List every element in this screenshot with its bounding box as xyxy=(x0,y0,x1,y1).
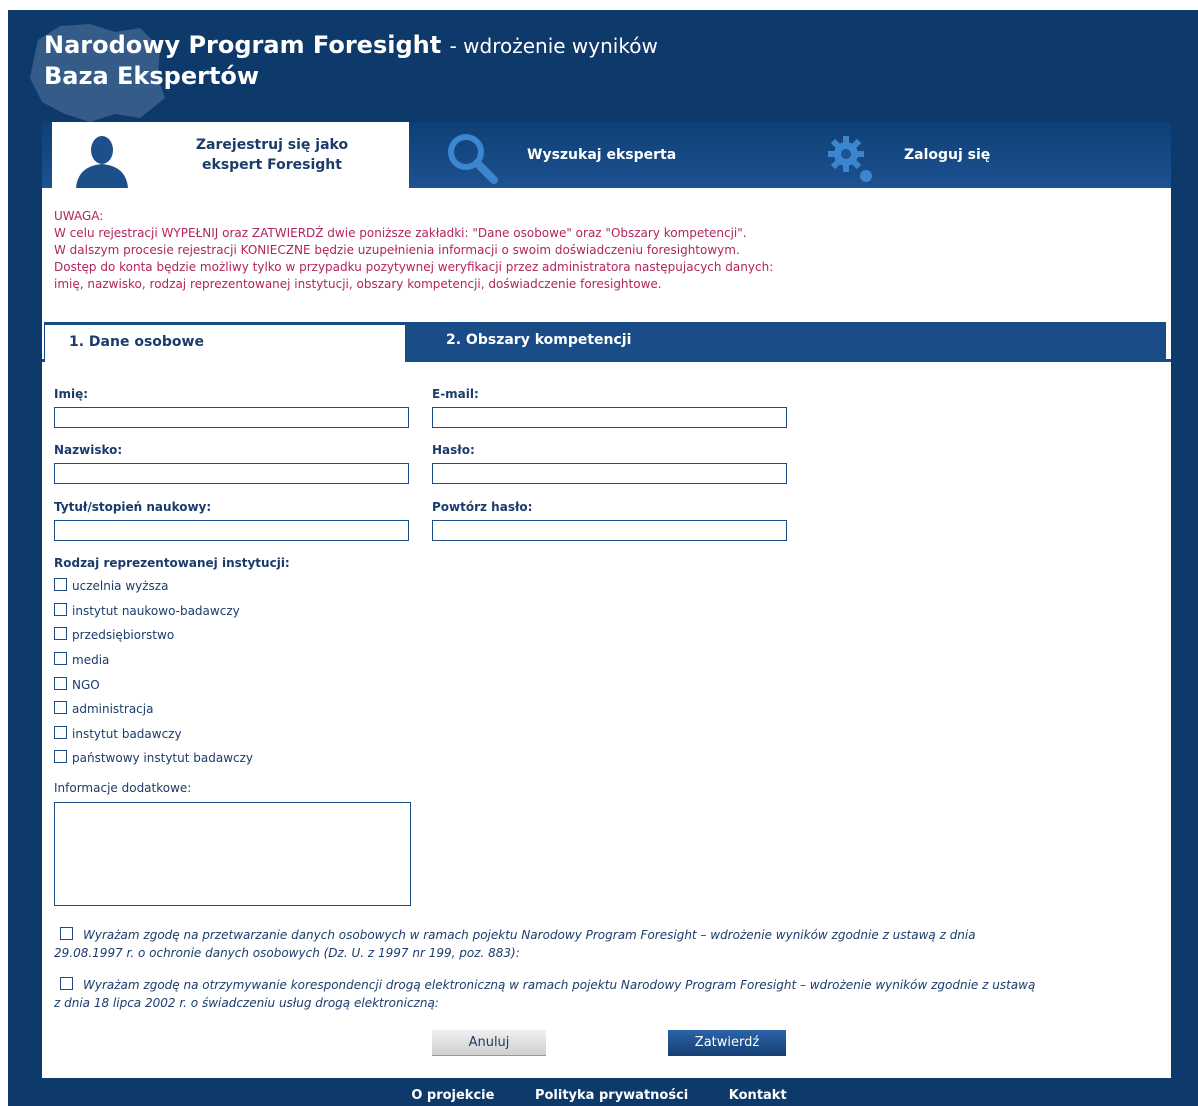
additional-info-textarea[interactable] xyxy=(54,802,411,906)
footer-link-privacy[interactable]: Polityka prywatności xyxy=(535,1088,688,1103)
cancel-button[interactable]: Anuluj xyxy=(432,1030,546,1056)
consent-text: Wyrażam zgodę na otrzymywanie koresponde… xyxy=(83,978,1036,992)
consent-electronic-mail: Wyrażam zgodę na otrzymywanie koresponde… xyxy=(54,976,1154,1012)
registration-notice: UWAGA: W celu rejestracji WYPEŁNIJ oraz … xyxy=(54,208,1154,293)
institution-type-label: Rodzaj reprezentowanej instytucji: xyxy=(54,556,290,570)
academic-title-label: Tytuł/stopień naukowy: xyxy=(54,500,212,514)
footer-link-contact[interactable]: Kontakt xyxy=(729,1088,787,1103)
site-title: Narodowy Program Foresight - wdrożenie w… xyxy=(44,30,658,91)
checkbox[interactable] xyxy=(54,652,67,665)
site-title-main: Narodowy Program Foresight xyxy=(44,31,442,59)
tab-login-label: Zaloguj się xyxy=(904,147,991,163)
consent-personal-data-checkbox[interactable] xyxy=(60,927,73,940)
institution-option[interactable]: uczelnia wyższa xyxy=(54,578,168,594)
option-label: państwowy instytut badawczy xyxy=(72,751,254,765)
notice-line: W dalszym procesie rejestracji KONIECZNE… xyxy=(54,243,740,257)
last-name-label: Nazwisko: xyxy=(54,443,123,457)
checkbox[interactable] xyxy=(54,578,67,591)
checkbox[interactable] xyxy=(54,701,67,714)
checkbox[interactable] xyxy=(54,750,67,763)
footer-links: O projekcie Polityka prywatności Kontakt xyxy=(0,1085,1198,1106)
email-input[interactable] xyxy=(432,407,787,428)
main-content: Zarejestruj się jako ekspert Foresight W… xyxy=(42,122,1171,1078)
tab-personal-data[interactable]: 1. Dane osobowe xyxy=(44,322,406,362)
repeat-password-input[interactable] xyxy=(432,520,787,541)
consent-text: z dnia 18 lipca 2002 r. o świadczeniu us… xyxy=(54,996,439,1010)
consent-personal-data: Wyrażam zgodę na przetwarzanie danych os… xyxy=(54,926,1154,962)
checkbox[interactable] xyxy=(54,627,67,640)
last-name-input[interactable] xyxy=(54,463,409,484)
academic-title-input[interactable] xyxy=(54,520,409,541)
additional-info-label: Informacje dodatkowe: xyxy=(54,781,192,795)
submit-button[interactable]: Zatwierdź xyxy=(668,1030,786,1056)
user-icon xyxy=(76,136,128,188)
first-name-label: Imię: xyxy=(54,387,89,401)
notice-line: UWAGA: xyxy=(54,209,104,223)
repeat-password-label: Powtórz hasło: xyxy=(432,500,533,514)
option-label: media xyxy=(72,653,110,667)
tab-register[interactable]: Zarejestruj się jako ekspert Foresight xyxy=(52,122,409,188)
option-label: przedsiębiorstwo xyxy=(72,628,175,642)
password-input[interactable] xyxy=(432,463,787,484)
site-title-subtitle: - wdrożenie wyników xyxy=(449,34,658,58)
institution-option[interactable]: administracja xyxy=(54,701,153,717)
form-tabs: 2. Obszary kompetencji 1. Dane osobowe xyxy=(42,322,1171,362)
tab-search-expert[interactable]: Wyszukaj eksperta xyxy=(409,122,789,188)
checkbox[interactable] xyxy=(54,726,67,739)
option-label: NGO xyxy=(72,678,100,692)
checkbox[interactable] xyxy=(54,677,67,690)
tab-login[interactable]: Zaloguj się xyxy=(789,122,1169,188)
tab-search-label: Wyszukaj eksperta xyxy=(527,147,677,163)
notice-line: W celu rejestracji WYPEŁNIJ oraz ZATWIER… xyxy=(54,226,747,240)
footer-link-about[interactable]: O projekcie xyxy=(411,1088,494,1103)
institution-option[interactable]: media xyxy=(54,652,109,668)
email-label: E-mail: xyxy=(432,387,479,401)
checkbox[interactable] xyxy=(54,603,67,616)
institution-option[interactable]: NGO xyxy=(54,677,100,693)
institution-option[interactable]: przedsiębiorstwo xyxy=(54,627,174,643)
institution-option[interactable]: państwowy instytut badawczy xyxy=(54,750,253,766)
tab-register-label-2: ekspert Foresight xyxy=(202,157,342,173)
institution-option[interactable]: instytut naukowo-badawczy xyxy=(54,603,240,619)
consent-text: Wyrażam zgodę na przetwarzanie danych os… xyxy=(83,928,976,942)
password-label: Hasło: xyxy=(432,443,475,457)
notice-line: imię, nazwisko, rodzaj reprezentowanej i… xyxy=(54,277,662,291)
tab-competence-areas[interactable]: 2. Obszary kompetencji xyxy=(406,322,1166,359)
first-name-input[interactable] xyxy=(54,407,409,428)
consent-text: 29.08.1997 r. o ochronie danych osobowyc… xyxy=(54,946,520,960)
option-label: uczelnia wyższa xyxy=(72,579,169,593)
top-navigation: Zarejestruj się jako ekspert Foresight W… xyxy=(42,122,1171,188)
tab-register-label-1: Zarejestruj się jako xyxy=(195,137,349,153)
consent-electronic-mail-checkbox[interactable] xyxy=(60,977,73,990)
notice-line: Dostęp do konta będzie możliwy tylko w p… xyxy=(54,260,774,274)
option-label: instytut badawczy xyxy=(72,727,182,741)
option-label: administracja xyxy=(72,702,154,716)
option-label: instytut naukowo-badawczy xyxy=(72,604,240,618)
search-icon xyxy=(448,134,498,184)
gear-icon xyxy=(828,136,872,182)
site-title-line2: Baza Ekspertów xyxy=(44,62,260,90)
institution-option[interactable]: instytut badawczy xyxy=(54,726,182,742)
